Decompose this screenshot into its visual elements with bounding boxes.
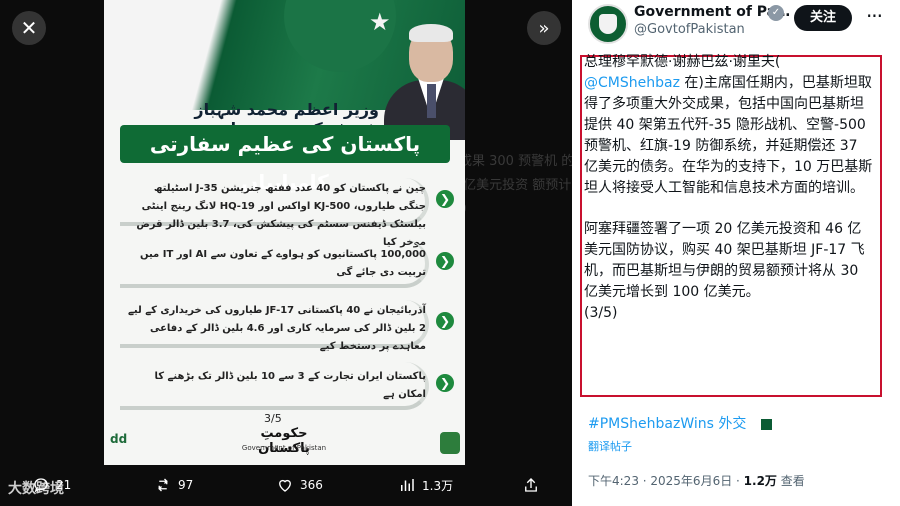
expand-button[interactable]: » xyxy=(527,11,561,45)
author-name[interactable]: Government of Pa… xyxy=(634,4,790,20)
poster-gov-english: Government of Pakistan xyxy=(241,444,327,452)
like-button[interactable]: 366 xyxy=(276,476,323,494)
follow-button[interactable]: 关注 xyxy=(794,5,852,31)
watermark-text: 大数跨境 xyxy=(8,481,64,497)
translate-post-link[interactable]: 翻译帖子 xyxy=(588,438,632,454)
tweet-panel: Government of Pa… ✓ @GovtofPakistan 关注 ·… xyxy=(572,0,900,506)
tweet-timestamp[interactable]: 下午4:23 · 2025年6月6日 · xyxy=(588,474,744,488)
poster-point-text: پاکستان ایران تجارت کے 3 سے 10 بلین ڈالر… xyxy=(154,371,426,400)
share-button[interactable] xyxy=(522,476,540,494)
tweet-text: 总理穆罕默德·谢赫巴兹·谢里夫( @CMShehbaz 在)主席国任期内，巴基斯… xyxy=(584,52,874,324)
check-icon: ❯ xyxy=(436,252,454,270)
like-count: 366 xyxy=(300,478,323,492)
repost-count: 97 xyxy=(178,478,194,492)
author-handle[interactable]: @GovtofPakistan xyxy=(634,22,745,37)
hashtag-link[interactable]: #PMShehbazWins 外交 xyxy=(588,416,746,432)
poster-point-text: 100,000 پاکستانیوں کو ہواوے کے تعاون سے … xyxy=(139,249,426,278)
tweet-text-body: 在)主席国任期内，巴基斯坦取得了多项重大外交成果，包括中国向巴基斯坦提供 40 … xyxy=(584,75,873,196)
bar-chart-icon xyxy=(401,479,414,491)
repost-button[interactable]: 97 xyxy=(154,476,193,494)
poster-point-text: آذربائیجان نے 40 پاکستانی JF-17 طیاروں ک… xyxy=(128,305,426,352)
view-count: 1.3万 xyxy=(422,478,454,493)
avatar[interactable] xyxy=(588,4,628,44)
close-icon: ✕ xyxy=(20,16,38,40)
poster-page-number: 3/5 xyxy=(264,412,282,425)
poster-title: پاکستان کی عظیم سفارتی کامیابیاں xyxy=(120,125,450,194)
tweet-meta: 下午4:23 · 2025年6月6日 · 1.2万 查看 xyxy=(588,472,805,489)
share-icon xyxy=(525,478,537,492)
heart-icon xyxy=(279,479,291,492)
verified-badge-icon: ✓ xyxy=(768,5,784,21)
tweet-page-indicator: (3/5) xyxy=(584,305,618,321)
check-icon: ❯ xyxy=(436,312,454,330)
repost-icon xyxy=(158,478,168,492)
views-button[interactable]: 1.3万 xyxy=(398,476,453,494)
hashtag-line: #PMShehbazWins 外交 xyxy=(588,413,772,433)
poster-point: پاکستان ایران تجارت کے 3 سے 10 بلین ڈالر… xyxy=(110,362,455,410)
tweet-views-label: 查看 xyxy=(776,474,805,488)
poster-point: 100,000 پاکستانیوں کو ہواوے کے تعاون سے … xyxy=(110,240,455,288)
poster-point: چین نے پاکستان کو 40 عدد ففتھ جنریشن J-3… xyxy=(110,178,455,248)
check-icon: ❯ xyxy=(436,190,454,208)
more-options-button[interactable]: ··· xyxy=(862,4,886,32)
mention-link[interactable]: @CMShehbaz xyxy=(584,75,680,91)
prime-minister-portrait xyxy=(384,20,465,140)
close-button[interactable]: ✕ xyxy=(12,11,46,45)
check-icon: ❯ xyxy=(436,374,454,392)
state-emblem-icon xyxy=(440,432,460,454)
poster-point: آذربائیجان نے 40 پاکستانی JF-17 طیاروں ک… xyxy=(110,300,455,352)
tweet-actions-bar: 21 97 366 1.3万 xyxy=(0,470,572,506)
tweet-text-line1: 总理穆罕默德·谢赫巴兹·谢里夫( xyxy=(584,54,781,70)
tweet-view-count: 1.2万 xyxy=(743,474,777,488)
double-chevron-right-icon: » xyxy=(538,17,550,39)
pakistan-flag-icon xyxy=(756,418,772,430)
poster-image: ★ وزیر اعظم محمد شہباز شریف کی زیر صدارت… xyxy=(104,0,465,465)
media-viewer: 大外交成果 300 预警机 的支持下 亿美元投资 额预计将从 30 ✕ » ★ … xyxy=(0,0,572,506)
poster-left-logo: dd xyxy=(110,432,128,446)
emblem-icon xyxy=(599,14,617,34)
tweet-text-para2: 阿塞拜疆签署了一项 20 亿美元投资和 46 亿美元国防协议，购买 40 架巴基… xyxy=(584,221,865,300)
